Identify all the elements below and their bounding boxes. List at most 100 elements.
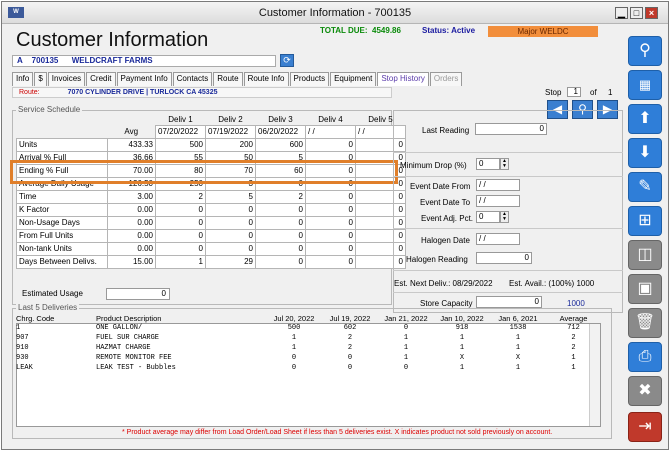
divider bbox=[393, 228, 623, 229]
new-button[interactable]: ⊞ bbox=[628, 206, 662, 236]
stop-label: Stop bbox=[545, 88, 562, 97]
maximize-button[interactable]: □ bbox=[630, 7, 643, 19]
tab-invoices[interactable]: Invoices bbox=[47, 72, 86, 86]
schedule-cell[interactable]: 2 bbox=[155, 189, 206, 204]
schedule-cell[interactable]: 0 bbox=[255, 241, 306, 256]
halogen-reading-field[interactable]: 0 bbox=[476, 252, 532, 264]
col-jan-21-2022: Jan 21, 2022 bbox=[384, 313, 428, 323]
schedule-cell[interactable]: 0 bbox=[205, 228, 256, 243]
tab-orders: Orders bbox=[429, 72, 463, 86]
schedule-cell[interactable]: 200 bbox=[205, 137, 256, 152]
table-cell: ONE GALLON/ bbox=[96, 324, 143, 332]
refresh-icon: ⟳ bbox=[283, 55, 291, 65]
table-row[interactable]: LEAK LEAK TEST - Bubbles 0 0 0 1 1 1 bbox=[16, 363, 601, 373]
col-jul-20-2022: Jul 20, 2022 bbox=[273, 313, 315, 323]
schedule-cell[interactable]: 5 bbox=[205, 189, 256, 204]
schedule-cell[interactable]: 0 bbox=[305, 215, 356, 230]
grid-view-button[interactable]: ▦ bbox=[628, 70, 662, 100]
deliv-3-date[interactable]: 06/20/2022 bbox=[255, 124, 306, 139]
table-cell: 1 bbox=[16, 324, 21, 332]
table-row[interactable]: 1 ONE GALLON/500 602 0 918 1538 712 bbox=[16, 323, 601, 333]
schedule-cell[interactable]: 0 bbox=[305, 241, 356, 256]
last-reading-field[interactable]: 0 bbox=[475, 123, 547, 135]
print-icon: ⎙ bbox=[638, 348, 652, 365]
schedule-cell[interactable]: 600 bbox=[255, 137, 306, 152]
close-window-button[interactable]: × bbox=[645, 7, 658, 19]
table-cell: 1 bbox=[459, 364, 465, 372]
schedule-cell[interactable]: 0 bbox=[155, 202, 206, 217]
tab-dollar[interactable]: $ bbox=[34, 72, 47, 86]
minimize-button[interactable]: ▁ bbox=[615, 7, 628, 19]
table-row[interactable]: 910 HAZMAT CHARGE 1 2 1 1 1 2 bbox=[16, 343, 601, 353]
refresh-button[interactable]: ⟳ bbox=[280, 54, 294, 67]
schedule-row-label: Days Between Delivs. bbox=[16, 254, 108, 269]
minimum-drop-field[interactable]: 0 bbox=[476, 158, 500, 170]
save-new-button[interactable]: ◫ bbox=[628, 240, 662, 270]
table-cell: 918 bbox=[455, 324, 469, 332]
col-jan-10-2022: Jan 10, 2022 bbox=[440, 313, 484, 323]
tab-credit[interactable]: Credit bbox=[86, 72, 116, 86]
tab-route-info[interactable]: Route Info bbox=[243, 72, 289, 86]
tab-contacts[interactable]: Contacts bbox=[172, 72, 213, 86]
minimum-drop-stepper[interactable]: ▲ ▼ bbox=[500, 158, 509, 170]
table-cell: X bbox=[515, 354, 521, 362]
arrow-up-icon: ⬆ bbox=[638, 110, 652, 127]
schedule-cell[interactable]: 2 bbox=[255, 189, 306, 204]
schedule-row: Non-tank Units 0.00 0 0 0 0 0 bbox=[16, 241, 406, 256]
event-date-to-field[interactable]: / / bbox=[476, 195, 520, 207]
schedule-cell[interactable]: 0 bbox=[305, 202, 356, 217]
save-button[interactable]: ▣ bbox=[628, 274, 662, 304]
table-row[interactable]: 930 REMOTE MONITOR FEE 0 0 1 X X 1 bbox=[16, 353, 601, 363]
minimum-drop-label: Minimum Drop (%) bbox=[400, 161, 467, 170]
schedule-cell[interactable]: 0 bbox=[155, 241, 206, 256]
stop-current[interactable]: 1 bbox=[567, 87, 581, 97]
schedule-cell[interactable]: 0 bbox=[155, 215, 206, 230]
save-icon: ▣ bbox=[637, 280, 653, 297]
event-adj-pct-stepper[interactable]: ▲ ▼ bbox=[500, 211, 509, 223]
schedule-cell[interactable]: 500 bbox=[155, 137, 206, 152]
tab-route[interactable]: Route bbox=[213, 72, 243, 86]
schedule-cell[interactable]: 1 bbox=[155, 254, 206, 269]
edit-button[interactable]: ✎ bbox=[628, 172, 662, 202]
deliv-2-date[interactable]: 07/19/2022 bbox=[205, 124, 256, 139]
schedule-cell[interactable]: 0 bbox=[305, 254, 356, 269]
delete-button[interactable]: 🗑 bbox=[628, 308, 662, 338]
store-capacity-field[interactable]: 0 bbox=[476, 296, 542, 308]
schedule-cell[interactable]: 0 bbox=[255, 202, 306, 217]
estimated-usage-field[interactable]: 0 bbox=[106, 288, 170, 300]
schedule-cell[interactable]: 0 bbox=[255, 228, 306, 243]
schedule-cell[interactable]: 29 bbox=[205, 254, 256, 269]
schedule-cell[interactable]: 0 bbox=[305, 137, 356, 152]
move-down-button[interactable]: ⬇ bbox=[628, 138, 662, 168]
customer-field[interactable]: A 700135 WELDCRAFT FARMS bbox=[12, 55, 276, 67]
print-button[interactable]: ⎙ bbox=[628, 342, 662, 372]
tab-payment-info[interactable]: Payment Info bbox=[116, 72, 172, 86]
search-button[interactable]: ⚲ bbox=[628, 36, 662, 66]
schedule-cell[interactable]: 0 bbox=[255, 215, 306, 230]
halogen-date-field[interactable]: / / bbox=[476, 233, 520, 245]
schedule-cell[interactable]: 0 bbox=[205, 215, 256, 230]
tab-info[interactable]: Info bbox=[12, 72, 34, 86]
deliv-1-date[interactable]: 07/20/2022 bbox=[155, 124, 206, 139]
arrow-down-icon: ⬇ bbox=[638, 144, 652, 161]
schedule-cell[interactable]: 0 bbox=[155, 228, 206, 243]
schedule-cell[interactable]: 0 bbox=[205, 202, 256, 217]
schedule-cell[interactable]: 0 bbox=[255, 254, 306, 269]
event-date-from-field[interactable]: / / bbox=[476, 179, 520, 191]
schedule-cell[interactable]: 0 bbox=[305, 228, 356, 243]
page-title: Customer Information bbox=[16, 29, 209, 51]
schedule-cell[interactable]: 0 bbox=[205, 241, 256, 256]
table-cell: 2 bbox=[571, 334, 576, 342]
divider bbox=[393, 270, 623, 271]
col-jan-6-2021: Jan 6, 2021 bbox=[498, 313, 538, 323]
deliv-4-date[interactable]: / / bbox=[305, 124, 356, 139]
tab-products[interactable]: Products bbox=[289, 72, 330, 86]
exit-button[interactable]: ⇥ bbox=[628, 412, 662, 442]
tab-equipment[interactable]: Equipment bbox=[330, 72, 377, 86]
tab-stop-history[interactable]: Stop History bbox=[377, 72, 429, 86]
move-up-button[interactable]: ⬆ bbox=[628, 104, 662, 134]
cancel-button[interactable]: ✖ bbox=[628, 376, 662, 406]
table-row[interactable]: 907 FUEL SUR CHARGE 1 2 1 1 1 2 bbox=[16, 333, 601, 343]
event-adj-pct-field[interactable]: 0 bbox=[476, 211, 500, 223]
schedule-cell[interactable]: 0 bbox=[305, 189, 356, 204]
